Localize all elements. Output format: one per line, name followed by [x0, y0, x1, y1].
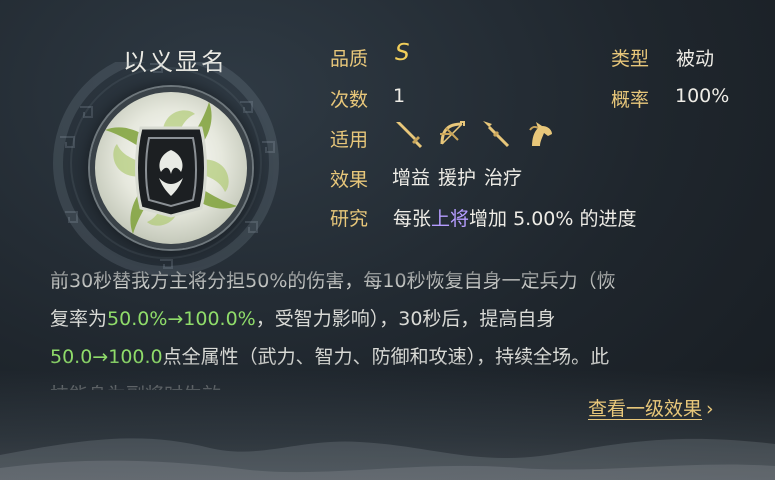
research-label: 研究	[330, 208, 369, 230]
quality-label: 品质	[330, 48, 369, 70]
sword-icon	[392, 118, 424, 150]
quality-grade: S	[395, 40, 410, 66]
description-line: 50.0→100.0点全属性（武力、智力、防御和攻速），持续全场。此	[50, 338, 740, 376]
rate-value: 100%	[675, 85, 730, 107]
view-level1-effect-label: 查看一级效果	[588, 398, 703, 420]
description-text: 点全属性（武力、智力、防御和攻速），持续全场。此	[162, 346, 610, 368]
description-text: 复率为	[50, 308, 108, 330]
bow-icon	[436, 118, 468, 150]
effect-label: 效果	[330, 169, 369, 191]
uses-label: 次数	[330, 89, 369, 111]
shield-medallion-icon	[90, 87, 252, 249]
chevron-right-icon: ›	[706, 398, 714, 420]
description-line: 前30秒替我方主将分担50%的伤害，每10秒恢复自身一定兵力（恢	[50, 270, 616, 292]
horse-icon	[524, 118, 556, 150]
description-line: 复率为50.0%→100.0%，受智力影响），30秒后，提高自身	[50, 300, 740, 338]
research-text: 每张上将增加 5.00% 的进度	[393, 204, 636, 231]
rate-label: 概率	[611, 89, 650, 111]
spear-icon	[480, 118, 512, 150]
view-level1-effect-link[interactable]: 查看一级效果 ›	[588, 394, 714, 421]
effect-tag: 治疗	[484, 167, 523, 189]
research-highlight: 上将	[431, 208, 470, 230]
type-value: 被动	[676, 48, 715, 70]
attribute-bonus-range: 50.0→100.0	[50, 346, 163, 368]
effect-tags: 增益 援护 治疗	[392, 163, 522, 190]
skill-badge	[40, 62, 290, 292]
applicable-label: 适用	[330, 129, 369, 151]
research-prefix: 每张	[393, 208, 432, 230]
effect-tag: 增益	[392, 167, 431, 189]
type-label: 类型	[611, 48, 650, 70]
recovery-rate-range: 50.0%→100.0%	[107, 308, 256, 330]
effect-tag: 援护	[438, 167, 477, 189]
troop-type-icons	[392, 118, 556, 152]
description-line: 技能身为副将时生效。	[50, 376, 740, 390]
skill-description[interactable]: 前30秒替我方主将分担50%的伤害，每10秒恢复自身一定兵力（恢 复率为50.0…	[50, 262, 740, 390]
uses-value: 1	[393, 85, 406, 107]
description-text: ，受智力影响），30秒后，提高自身	[255, 308, 556, 330]
research-suffix: 增加 5.00% 的进度	[469, 208, 637, 230]
